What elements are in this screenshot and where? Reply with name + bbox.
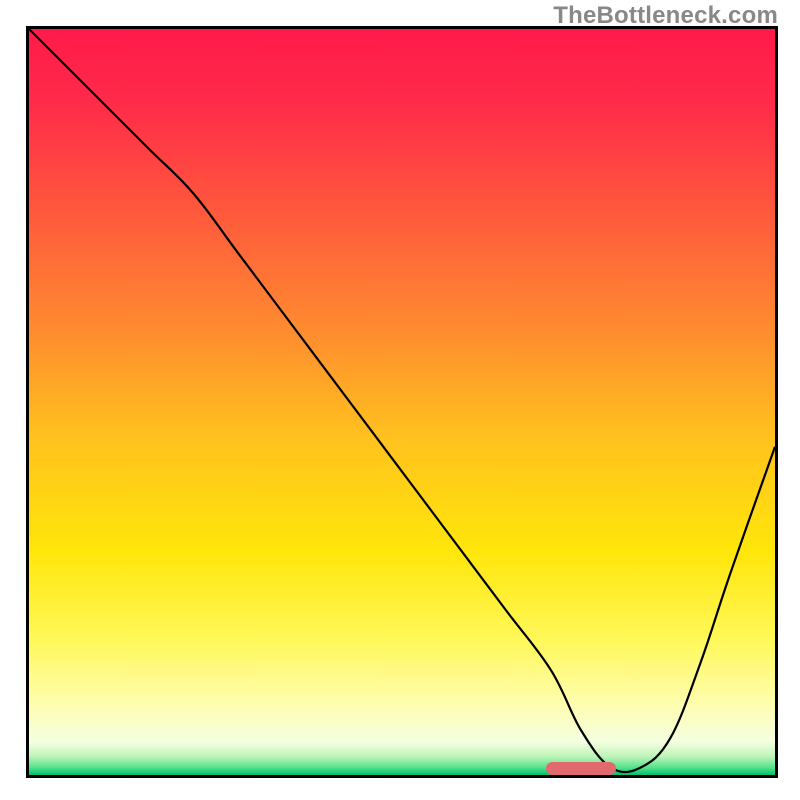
optimal-range-marker	[546, 762, 617, 775]
chart-svg	[29, 29, 775, 775]
plot-frame	[26, 26, 778, 778]
chart-container: TheBottleneck.com	[0, 0, 800, 800]
plot-area	[29, 29, 775, 775]
